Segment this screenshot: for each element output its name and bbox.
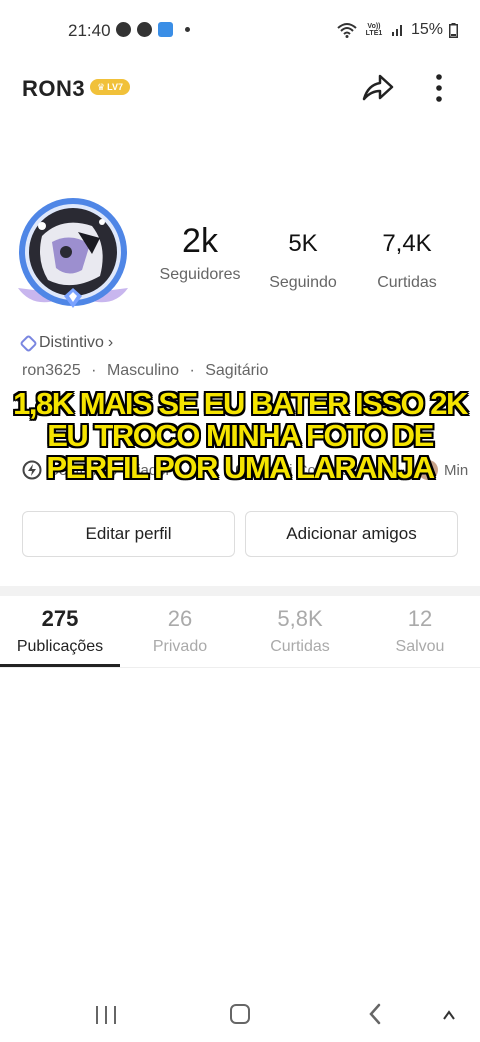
avatar-image <box>18 198 128 308</box>
status-bar: 21:40 Vo)) LTE1 15% <box>0 0 480 62</box>
profile-avatar[interactable] <box>12 196 134 318</box>
notification-icons <box>116 22 190 37</box>
chevron-right-icon: › <box>107 334 114 351</box>
profile-username: RON3 <box>22 76 86 101</box>
back-button[interactable] <box>366 1002 384 1026</box>
more-vertical-icon <box>436 74 442 102</box>
more-options-button[interactable] <box>426 71 452 105</box>
badge-icon <box>19 333 38 353</box>
followers-stat[interactable]: 2k Seguidores <box>150 222 250 284</box>
following-label: Seguindo <box>269 274 337 291</box>
battery-percent: 15% <box>410 21 443 38</box>
hide-keyboard-icon[interactable] <box>442 1008 456 1022</box>
tab-count: 26 <box>167 606 193 631</box>
tab-label: Publicações <box>16 638 104 655</box>
meta-separator: · <box>189 362 195 379</box>
tab-private[interactable]: 26 Privado <box>120 606 240 656</box>
add-friends-button[interactable]: Adicionar amigos <box>245 511 458 557</box>
badge-link[interactable]: Distintivo › <box>19 333 114 353</box>
tab-publications[interactable]: 275 Publicações <box>0 606 120 656</box>
profile-sign: Sagitário <box>205 362 269 379</box>
profile-meta: ron3625 · Masculino · Sagitário <box>22 362 268 380</box>
following-count: 5K <box>288 230 318 257</box>
profile-handle: ron3625 <box>22 362 81 379</box>
profile-header: RON3 ♛ LV7 <box>0 62 480 112</box>
crown-icon: ♛ <box>97 81 106 92</box>
caption-line-3: PERFIL POR UMA LARANJA <box>46 450 435 485</box>
meta-separator: · <box>91 362 97 379</box>
messenger-icon <box>137 22 152 37</box>
tab-label: Salvou <box>395 638 445 655</box>
badge-label: Distintivo <box>39 334 104 351</box>
overlay-caption: 1,8K MAIS SE EU BATER ISSO 2K EU TROCO M… <box>0 388 480 484</box>
followers-count: 2k <box>182 222 218 260</box>
followers-label: Seguidores <box>159 266 241 283</box>
system-navigation-bar <box>0 990 480 1042</box>
following-stat[interactable]: 5K Seguindo <box>262 230 344 292</box>
signal-icon <box>391 25 402 36</box>
tab-count: 5,8K <box>277 606 323 631</box>
posts-grid <box>0 668 480 990</box>
app-icon <box>158 22 173 37</box>
tab-count: 275 <box>41 606 79 631</box>
tab-count: 12 <box>407 606 433 631</box>
likes-count: 7,4K <box>382 230 432 257</box>
battery-icon <box>449 22 458 38</box>
tab-saved[interactable]: 12 Salvou <box>360 606 480 656</box>
section-divider <box>0 586 480 596</box>
recent-apps-button[interactable] <box>96 1006 116 1024</box>
caption-line-2: EU TROCO MINHA FOTO DE <box>47 418 434 453</box>
likes-stat[interactable]: 7,4K Curtidas <box>366 230 448 292</box>
tab-label: Privado <box>152 638 208 655</box>
share-button[interactable] <box>360 71 396 105</box>
home-button[interactable] <box>230 1004 250 1024</box>
status-time: 21:40 <box>68 21 111 40</box>
tab-label: Curtidas <box>270 638 330 655</box>
share-icon <box>362 74 394 101</box>
level-badge: ♛ LV7 <box>90 79 130 95</box>
network-label: Vo)) LTE1 <box>365 23 383 37</box>
profile-gender: Masculino <box>106 362 179 379</box>
soccer-ball-icon <box>116 22 131 37</box>
recent-apps-icon <box>96 1006 98 1024</box>
tab-likes[interactable]: 5,8K Curtidas <box>240 606 360 656</box>
caption-line-1: 1,8K MAIS SE EU BATER ISSO 2K <box>13 386 468 421</box>
likes-label: Curtidas <box>377 274 437 291</box>
wifi-icon <box>337 23 357 38</box>
edit-profile-button[interactable]: Editar perfil <box>22 511 235 557</box>
system-icons: Vo)) LTE1 15% <box>337 21 458 39</box>
level-label: LV7 <box>107 82 123 92</box>
dot-icon <box>185 27 190 32</box>
